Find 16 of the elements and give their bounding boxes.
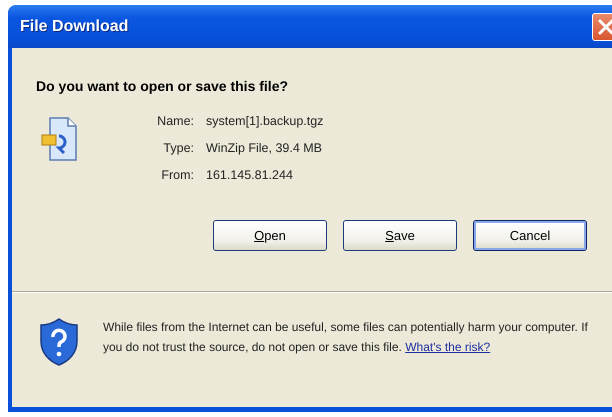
- field-value: system[1].backup.tgz: [206, 114, 324, 128]
- close-icon[interactable]: [592, 13, 612, 41]
- shield-icon: [38, 317, 80, 367]
- dialog-button[interactable]: Cancel: [473, 220, 587, 251]
- dialog-button[interactable]: Save: [343, 220, 457, 251]
- risk-link[interactable]: What's the risk?: [405, 340, 490, 354]
- field-value: 161.145.81.244: [206, 168, 294, 182]
- dialog-button[interactable]: Open: [213, 220, 327, 251]
- file-icon: [40, 116, 80, 164]
- field-label: Type:: [162, 141, 194, 155]
- window-title: File Download: [20, 18, 128, 36]
- question-text: Do you want to open or save this file?: [36, 78, 290, 94]
- field-label: From:: [160, 168, 194, 182]
- warning-text: While files from the Internet can be useful, some files can potentially harm your computer. If you do not trust the source, do not open or save this file. What's the risk?: [103, 319, 589, 356]
- field-value: WinZip File, 39.4 MB: [206, 141, 324, 155]
- field-label: Name:: [156, 114, 194, 128]
